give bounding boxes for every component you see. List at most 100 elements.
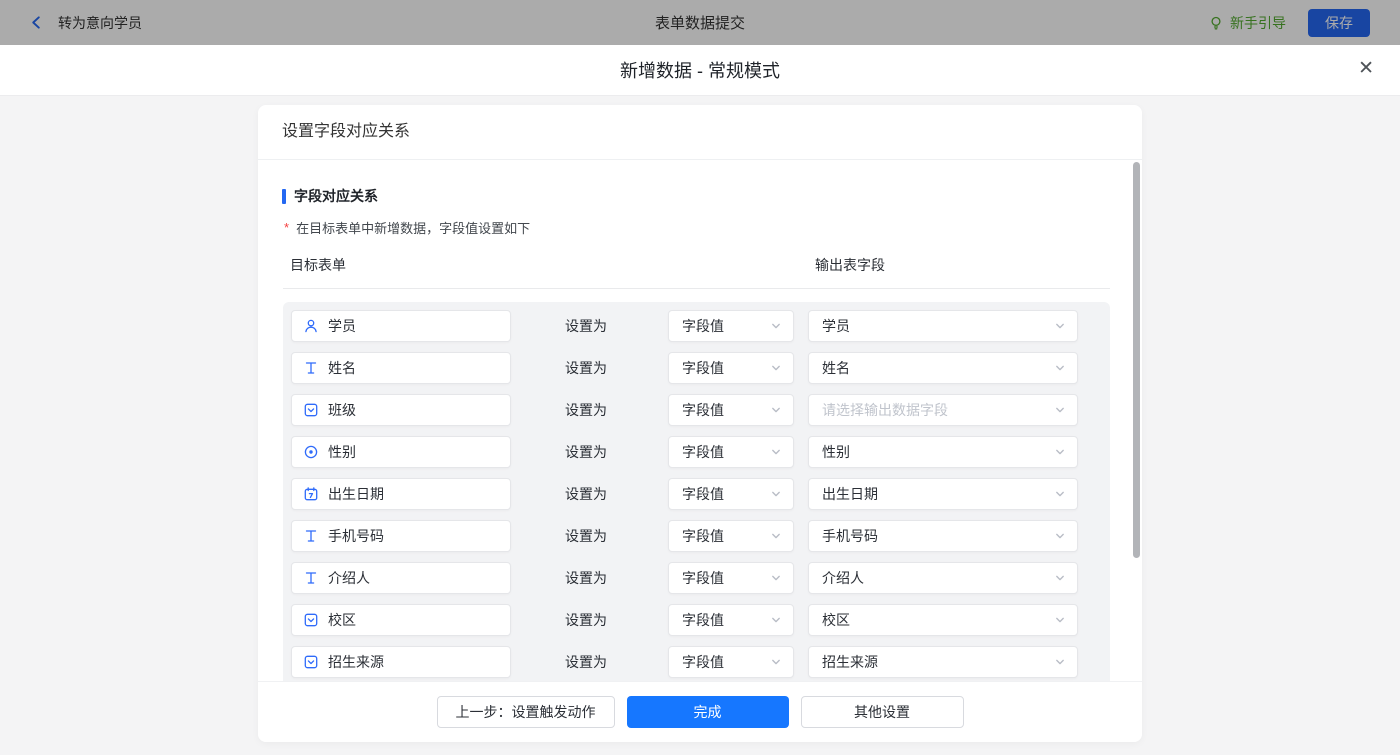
add-data-modal: 新增数据 - 常规模式 ✕ 设置字段对应关系 字段对应关系 * 在目标表单中新增… — [0, 45, 1400, 755]
output-select-value: 请选择输出数据字段 — [822, 402, 948, 418]
output-field-select[interactable]: 介绍人 — [808, 562, 1078, 594]
target-field-box: 性别 — [291, 436, 511, 468]
target-field-label: 班级 — [328, 402, 356, 418]
back-button[interactable]: 转为意向学员 — [28, 13, 142, 33]
target-field-box: 招生来源 — [291, 646, 511, 678]
set-as-label: 设置为 — [565, 612, 607, 628]
output-select-value: 姓名 — [822, 360, 850, 376]
bulb-icon — [1208, 15, 1224, 31]
field-mapping-row: 班级 设置为 字段值 请选择输出数据字段 — [283, 394, 1110, 426]
target-field-box: 介绍人 — [291, 562, 511, 594]
radio-icon — [303, 444, 319, 460]
save-button[interactable]: 保存 — [1308, 8, 1370, 37]
select-icon — [303, 654, 319, 670]
chevron-down-icon — [770, 530, 782, 542]
chevron-down-icon — [1054, 362, 1066, 374]
field-mapping-row: 介绍人 设置为 字段值 介绍人 — [283, 562, 1110, 594]
modal-header: 新增数据 - 常规模式 ✕ — [0, 45, 1400, 96]
chevron-down-icon — [1054, 320, 1066, 332]
page-title: 表单数据提交 — [654, 15, 745, 32]
select-icon — [303, 402, 319, 418]
mode-select-value: 字段值 — [682, 360, 724, 376]
target-field-label: 招生来源 — [328, 654, 384, 670]
back-label: 转为意向学员 — [58, 14, 142, 31]
mode-select[interactable]: 字段值 — [668, 310, 794, 342]
mode-select-value: 字段值 — [682, 528, 724, 544]
field-mapping-row: 性别 设置为 字段值 性别 — [283, 436, 1110, 468]
column-header-output-field: 输出表字段 — [815, 257, 885, 273]
target-field-box: 学员 — [291, 310, 511, 342]
output-field-select[interactable]: 请选择输出数据字段 — [808, 394, 1078, 426]
select-icon — [303, 612, 319, 628]
mode-select-value: 字段值 — [682, 570, 724, 586]
target-field-box: 出生日期 — [291, 478, 511, 510]
field-mapping-row: 手机号码 设置为 字段值 手机号码 — [283, 520, 1110, 552]
set-as-label: 设置为 — [565, 528, 607, 544]
output-select-value: 手机号码 — [822, 528, 878, 544]
output-select-value: 性别 — [822, 444, 850, 460]
chevron-down-icon — [770, 656, 782, 668]
output-field-select[interactable]: 出生日期 — [808, 478, 1078, 510]
field-mapping-row: 校区 设置为 字段值 校区 — [283, 604, 1110, 636]
mode-select-value: 字段值 — [682, 444, 724, 460]
chevron-down-icon — [1054, 656, 1066, 668]
output-select-value: 学员 — [822, 318, 850, 334]
chevron-down-icon — [770, 446, 782, 458]
field-mapping-row: 姓名 设置为 字段值 姓名 — [283, 352, 1110, 384]
output-select-value: 校区 — [822, 612, 850, 628]
target-field-label: 介绍人 — [328, 570, 370, 586]
column-header-target-form: 目标表单 — [290, 257, 346, 273]
field-mapping-card: 设置字段对应关系 字段对应关系 * 在目标表单中新增数据，字段值设置如下 目标表… — [258, 105, 1142, 742]
mode-select[interactable]: 字段值 — [668, 604, 794, 636]
chevron-down-icon — [770, 572, 782, 584]
chevron-left-icon — [28, 15, 44, 31]
output-field-select[interactable]: 招生来源 — [808, 646, 1078, 678]
mode-select-value: 字段值 — [682, 486, 724, 502]
mode-select[interactable]: 字段值 — [668, 562, 794, 594]
other-settings-button[interactable]: 其他设置 — [800, 696, 964, 728]
target-field-label: 姓名 — [328, 360, 356, 376]
set-as-label: 设置为 — [565, 318, 607, 334]
section-title: 字段对应关系 — [294, 188, 378, 204]
output-select-value: 介绍人 — [822, 570, 864, 586]
mode-select-value: 字段值 — [682, 654, 724, 670]
field-mapping-row: 学员 设置为 字段值 学员 — [283, 310, 1110, 342]
chevron-down-icon — [770, 404, 782, 416]
target-field-box: 手机号码 — [291, 520, 511, 552]
output-field-select[interactable]: 性别 — [808, 436, 1078, 468]
previous-step-button[interactable]: 上一步：设置触发动作 — [436, 696, 615, 728]
mode-select[interactable]: 字段值 — [668, 646, 794, 678]
chevron-down-icon — [1054, 530, 1066, 542]
mode-select[interactable]: 字段值 — [668, 394, 794, 426]
rows-panel: 学员 设置为 字段值 学员 姓名 设置为 字段值 姓名 班级 设置为 字段值 请… — [283, 302, 1110, 742]
set-as-label: 设置为 — [565, 402, 607, 418]
section-accent-bar — [282, 188, 286, 204]
scrollbar-thumb[interactable] — [1133, 162, 1140, 558]
beginner-guide-button[interactable]: 新手引导 — [1208, 13, 1286, 33]
target-field-label: 出生日期 — [328, 486, 384, 502]
chevron-down-icon — [1054, 614, 1066, 626]
text-icon — [303, 528, 319, 544]
output-field-select[interactable]: 手机号码 — [808, 520, 1078, 552]
output-field-select[interactable]: 学员 — [808, 310, 1078, 342]
mode-select[interactable]: 字段值 — [668, 478, 794, 510]
mode-select[interactable]: 字段值 — [668, 352, 794, 384]
mode-select-value: 字段值 — [682, 612, 724, 628]
mode-select[interactable]: 字段值 — [668, 520, 794, 552]
output-field-select[interactable]: 姓名 — [808, 352, 1078, 384]
output-select-value: 招生来源 — [822, 654, 878, 670]
field-mapping-row: 招生来源 设置为 字段值 招生来源 — [283, 646, 1110, 678]
modal-title: 新增数据 - 常规模式 — [620, 61, 780, 81]
close-icon[interactable]: ✕ — [1358, 57, 1374, 82]
mode-select-value: 字段值 — [682, 318, 724, 334]
chevron-down-icon — [770, 614, 782, 626]
text-icon — [303, 570, 319, 586]
mode-select[interactable]: 字段值 — [668, 436, 794, 468]
done-button[interactable]: 完成 — [626, 696, 789, 728]
card-footer: 上一步：设置触发动作 完成 其他设置 — [258, 681, 1142, 742]
set-as-label: 设置为 — [565, 486, 607, 502]
set-as-label: 设置为 — [565, 654, 607, 670]
chevron-down-icon — [770, 320, 782, 332]
target-field-label: 校区 — [328, 612, 356, 628]
output-field-select[interactable]: 校区 — [808, 604, 1078, 636]
